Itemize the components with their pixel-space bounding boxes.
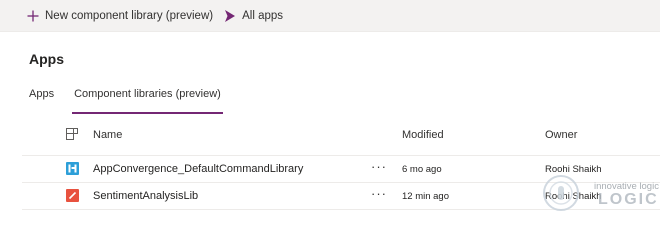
modified-date: 6 mo ago <box>402 164 442 175</box>
app-root: New component library (preview) All apps… <box>0 0 660 213</box>
new-component-library-label: New component library (preview) <box>45 9 214 22</box>
app-name[interactable]: SentimentAnalysisLib <box>93 190 198 202</box>
modified-date: 12 min ago <box>402 191 450 202</box>
column-header-modified[interactable]: Modified <box>402 129 444 141</box>
more-options-button[interactable]: ··· <box>371 159 387 174</box>
column-header-name[interactable]: Name <box>93 129 122 141</box>
new-component-library-button[interactable]: New component library (preview) <box>27 0 213 31</box>
plus-icon <box>27 10 39 21</box>
watermark-logo: innovative logic LOGIC <box>540 172 660 213</box>
app-name[interactable]: AppConvergence_DefaultCommandLibrary <box>93 163 303 175</box>
tab-component-libraries[interactable]: Component libraries (preview) <box>72 88 223 114</box>
tab-list: Apps Component libraries (preview) <box>29 88 223 114</box>
power-apps-icon <box>225 9 236 22</box>
all-apps-button[interactable]: All apps <box>225 0 283 31</box>
watermark-brand: LOGIC <box>598 191 659 208</box>
pencil-icon <box>66 189 79 202</box>
page-title: Apps <box>29 51 64 67</box>
column-header-owner[interactable]: Owner <box>545 129 577 141</box>
more-options-button[interactable]: ··· <box>371 186 387 201</box>
table-header: Name Modified Owner <box>22 124 660 147</box>
file-type-icon[interactable] <box>66 128 78 140</box>
logo-circle-icon <box>543 175 579 211</box>
all-apps-label: All apps <box>242 9 284 22</box>
command-bar: New component library (preview) All apps <box>0 0 660 32</box>
component-library-icon <box>66 162 79 175</box>
tab-apps[interactable]: Apps <box>29 88 54 110</box>
